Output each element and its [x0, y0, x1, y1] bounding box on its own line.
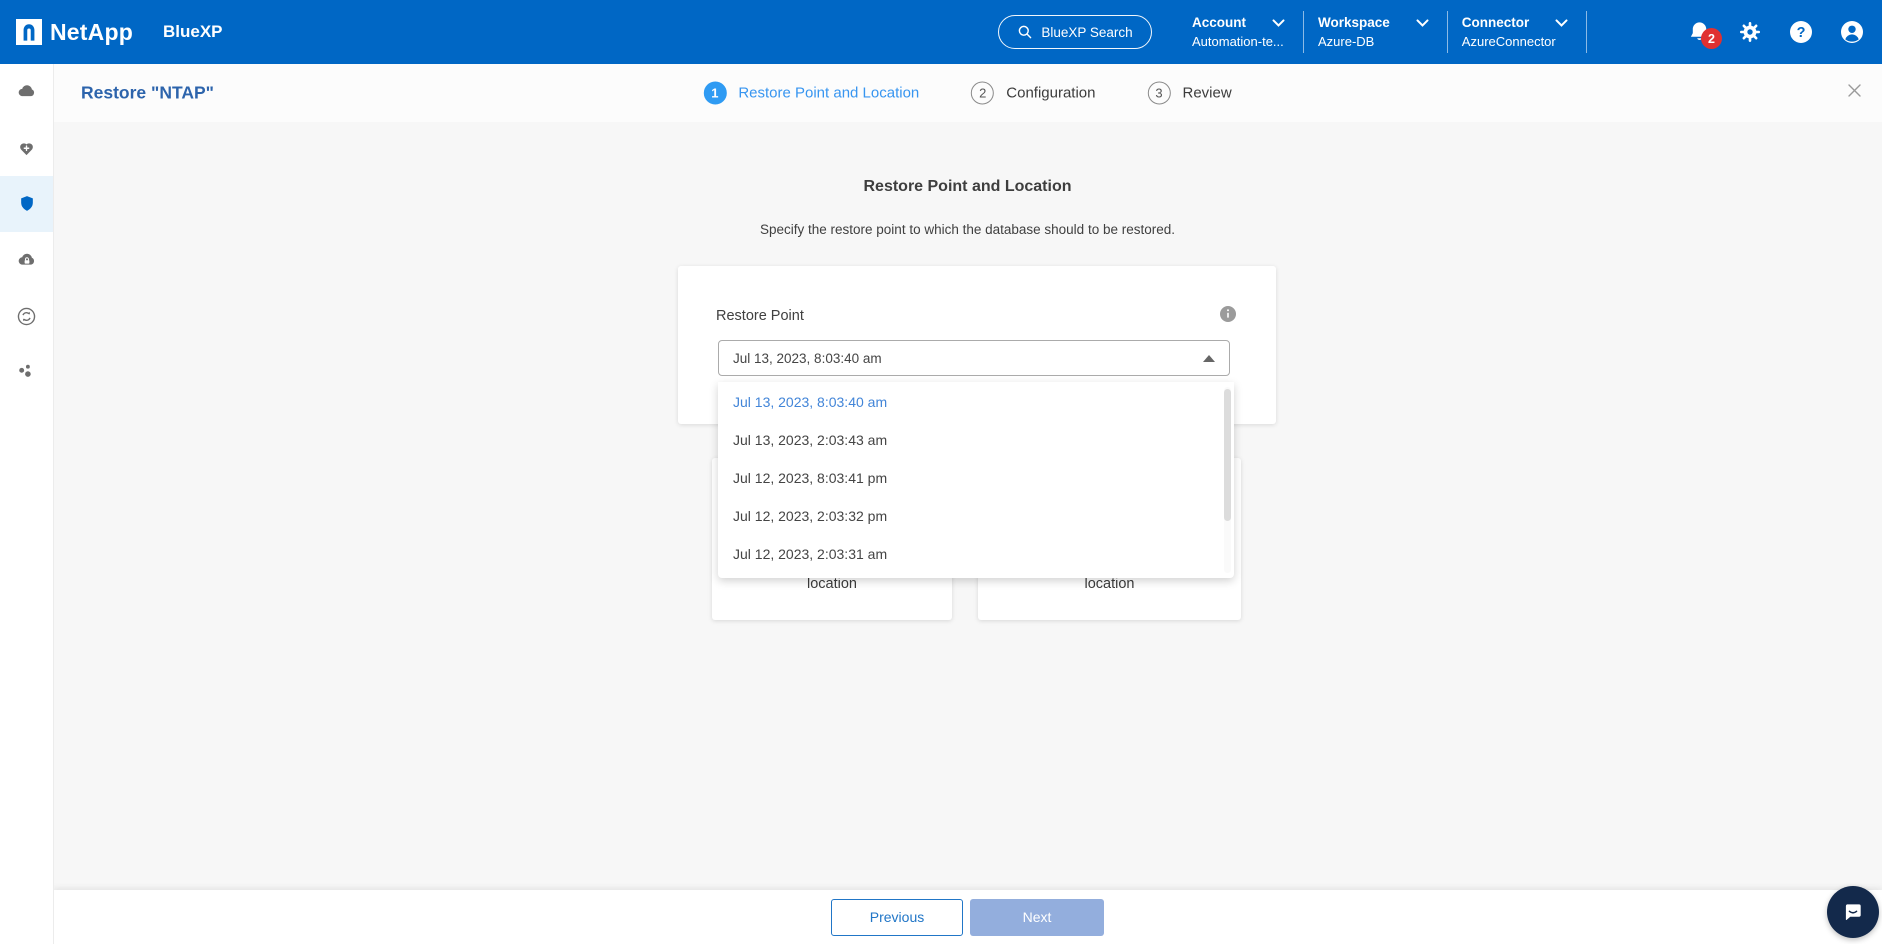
dropdown-option[interactable]: Jul 13, 2023, 2:03:43 am — [718, 421, 1234, 459]
connector-menu-label: Connector — [1462, 15, 1530, 30]
restore-point-select[interactable]: Jul 13, 2023, 8:03:40 am — [718, 340, 1230, 376]
step-2-number: 2 — [971, 82, 994, 105]
governance-cloud-lock-icon — [16, 249, 38, 271]
top-bar: NetApp BlueXP BlueXP Search Account Auto… — [0, 0, 1882, 64]
left-nav — [0, 64, 53, 944]
gear-icon — [1738, 20, 1762, 44]
dropdown-scrollbar-thumb[interactable] — [1224, 389, 1231, 521]
chevron-down-icon — [1416, 19, 1429, 27]
account-menu[interactable]: Account Automation-te... — [1178, 0, 1303, 64]
user-avatar-icon — [1840, 20, 1864, 44]
connector-menu[interactable]: Connector AzureConnector — [1448, 0, 1587, 64]
step-3-label: Review — [1183, 85, 1232, 102]
workspace-menu-value: Azure-DB — [1318, 34, 1429, 49]
protection-shield-icon — [17, 193, 37, 215]
connector-menu-value: AzureConnector — [1462, 34, 1569, 49]
step-2-label: Configuration — [1006, 85, 1095, 102]
step-1-label: Restore Point and Location — [738, 85, 919, 102]
sidebar-item-health[interactable] — [0, 120, 53, 176]
health-heart-plus-icon — [16, 138, 37, 159]
account-menu-label: Account — [1192, 15, 1246, 30]
info-icon — [1220, 306, 1236, 322]
workspace-menu[interactable]: Workspace Azure-DB — [1304, 0, 1447, 64]
chat-bubble-icon — [1840, 899, 1866, 925]
step-review[interactable]: 3 Review — [1148, 82, 1232, 105]
dropdown-scrollbar — [1224, 387, 1231, 573]
sidebar-item-protection[interactable] — [0, 176, 53, 232]
brand[interactable]: NetApp BlueXP — [16, 0, 223, 64]
wizard-content: Restore Point and Location Specify the r… — [53, 122, 1882, 890]
restore-point-selected-value: Jul 13, 2023, 8:03:40 am — [733, 351, 882, 366]
search-label: BlueXP Search — [1041, 25, 1132, 40]
header-menus: Account Automation-te... Workspace Azure… — [1178, 0, 1587, 64]
close-icon — [1847, 83, 1862, 98]
bluexp-app: NetApp BlueXP BlueXP Search Account Auto… — [0, 0, 1882, 944]
restore-point-dropdown: Jul 13, 2023, 8:03:40 am Jul 13, 2023, 2… — [718, 382, 1234, 578]
dropdown-option[interactable]: Jul 12, 2023, 2:03:32 pm — [718, 497, 1234, 535]
brand-product: BlueXP — [163, 22, 223, 42]
wizard-stepper: 1 Restore Point and Location 2 Configura… — [703, 82, 1231, 105]
step-configuration[interactable]: 2 Configuration — [971, 82, 1095, 105]
page-subtitle: Specify the restore point to which the d… — [53, 222, 1882, 237]
chevron-down-icon — [1272, 19, 1285, 27]
cloud-storage-icon — [16, 81, 38, 103]
sidebar-item-extensions[interactable] — [0, 344, 53, 400]
wizard-header: Restore "NTAP" 1 Restore Point and Locat… — [53, 64, 1882, 122]
workspace-menu-label: Workspace — [1318, 15, 1390, 30]
dropdown-option[interactable]: Jul 12, 2023, 8:03:41 pm — [718, 459, 1234, 497]
settings-button[interactable] — [1738, 20, 1762, 44]
help-button[interactable]: ? — [1789, 20, 1813, 44]
location-card-text: location — [978, 576, 1241, 592]
restore-point-label: Restore Point — [716, 308, 804, 324]
notifications-button[interactable]: 2 — [1688, 20, 1711, 44]
previous-button[interactable]: Previous — [831, 899, 963, 936]
divider — [1586, 11, 1587, 53]
step-restore-point[interactable]: 1 Restore Point and Location — [703, 82, 919, 105]
search-icon — [1017, 24, 1033, 40]
close-wizard-button[interactable] — [1843, 79, 1866, 107]
sidebar-item-sync[interactable] — [0, 288, 53, 344]
header-tools: 2 ? — [1688, 0, 1864, 64]
account-menu-value: Automation-te... — [1192, 34, 1285, 49]
bluexp-search[interactable]: BlueXP Search — [998, 15, 1152, 49]
dropdown-option[interactable]: Jul 13, 2023, 8:03:40 am — [718, 383, 1234, 421]
restore-point-info-button[interactable] — [1220, 306, 1236, 327]
chevron-down-icon — [1555, 19, 1568, 27]
brand-name: NetApp — [50, 19, 133, 46]
caret-up-icon — [1203, 355, 1215, 362]
step-3-number: 3 — [1148, 82, 1171, 105]
wizard-footer: Previous Next — [53, 890, 1882, 944]
svg-text:?: ? — [1797, 25, 1806, 41]
location-card-text: location — [712, 576, 952, 592]
dropdown-option[interactable]: Jul 12, 2023, 2:03:31 am — [718, 535, 1234, 573]
page-title: Restore Point and Location — [53, 178, 1882, 196]
next-button[interactable]: Next — [970, 899, 1104, 936]
sidebar-item-governance[interactable] — [0, 232, 53, 288]
chat-widget-button[interactable] — [1827, 886, 1879, 938]
account-avatar-button[interactable] — [1840, 20, 1864, 44]
notification-badge: 2 — [1701, 28, 1722, 49]
help-icon: ? — [1789, 20, 1813, 44]
step-1-number: 1 — [703, 82, 726, 105]
sync-icon — [16, 306, 37, 327]
wizard-title: Restore "NTAP" — [81, 83, 214, 104]
sidebar-item-storage[interactable] — [0, 64, 53, 120]
netapp-logo-icon — [16, 19, 42, 45]
extensions-cluster-icon — [16, 362, 37, 383]
